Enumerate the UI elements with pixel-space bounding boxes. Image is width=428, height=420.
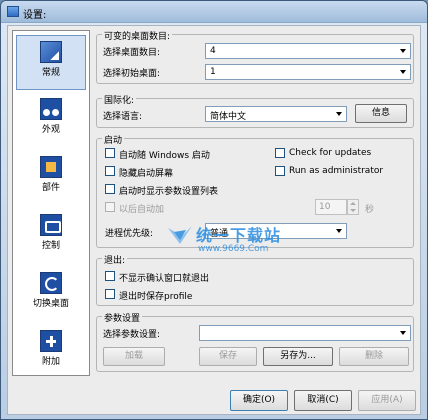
save-as-profile-button[interactable]: 另存为... [263,347,333,366]
desktop-icon [40,41,62,63]
nav-item-switch-desktop[interactable]: 切换桌面 [16,267,86,322]
nav-label: 控制 [41,241,60,251]
delay-start-checkbox[interactable] [105,202,115,212]
nav-label: 常规 [41,68,60,78]
window-title: 设置: [23,10,47,21]
watermark-text: 统一下载站 [196,226,282,245]
show-profile-list-checkbox[interactable] [105,184,115,194]
no-confirm-exit-label: 不显示确认窗口就退出 [119,274,210,284]
nav-label: 附加 [41,357,60,367]
language-label: 选择语言: [103,112,143,122]
hide-splash-checkbox[interactable] [105,166,115,176]
group-title: 国际化: [102,93,137,106]
nav-item-widgets[interactable]: 部件 [16,151,86,206]
watermark-url: www.9669.Com [198,244,269,254]
save-profile-button[interactable]: 保存 [199,347,257,366]
priority-label: 进程优先级: [105,229,154,239]
delay-start-label: 以后自动加 [119,205,165,215]
chevron-down-icon [397,66,409,78]
i18n-group: 国际化: 选择语言: 简体中文 信息 [96,93,414,128]
nav-item-appearance[interactable]: 外观 [16,93,86,148]
load-profile-button[interactable]: 加载 [103,347,165,366]
widgets-icon [40,156,62,178]
chevron-down-icon [333,225,345,237]
cancel-button[interactable]: 取消(C) [294,390,352,411]
profile-select-label: 选择参数设置: [103,330,161,340]
nav-item-general[interactable]: 常规 [16,35,86,90]
run-admin-label: Run as administrator [289,166,384,176]
group-title: 退出: [102,253,128,266]
group-title: 参数设置 [102,311,143,324]
profile-group: 参数设置 选择参数设置: 加载 保存 另存为... 删除 [96,311,414,372]
chevron-down-icon [397,45,409,57]
nav-item-control[interactable]: 控制 [16,209,86,264]
settings-window: 设置: 常规 外观 部件 控制 切换桌面 附加 可变的桌面数目: 选择桌面数目:… [0,0,428,420]
desktop-count-label: 选择桌面数目: [103,48,161,58]
check-updates-label: Check for updates [289,148,372,158]
ok-button[interactable]: 确定(O) [230,390,288,411]
watermark-logo-icon [168,226,192,244]
nav-label: 切换桌面 [32,299,69,309]
autostart-checkbox[interactable] [105,148,115,158]
check-updates-checkbox[interactable] [275,148,285,158]
category-nav: 常规 外观 部件 控制 切换桌面 附加 [12,30,90,376]
hide-splash-label: 隐藏启动屏幕 [119,169,174,179]
language-select[interactable]: 简体中文 [205,106,347,122]
save-profile-on-exit-checkbox[interactable] [105,289,115,299]
autostart-label: 自动随 Windows 启动 [119,151,210,161]
dialog-client: 常规 外观 部件 控制 切换桌面 附加 可变的桌面数目: 选择桌面数目: 4 选… [7,25,421,415]
seconds-label: 秒 [365,205,375,215]
chevron-down-icon [333,108,345,120]
delay-seconds-input[interactable]: 10 [315,199,347,215]
nav-label: 部件 [41,183,60,193]
nav-item-addon[interactable]: 附加 [16,325,86,380]
run-admin-checkbox[interactable] [275,166,285,176]
save-profile-on-exit-label: 退出时保存profile [119,292,193,302]
switch-desktop-icon [40,272,62,294]
chevron-down-icon [397,327,409,339]
title-bar[interactable]: 设置: [1,1,427,23]
app-icon [7,6,19,17]
no-confirm-exit-checkbox[interactable] [105,271,115,281]
profile-select[interactable] [199,325,411,341]
nav-label: 外观 [41,125,60,135]
delay-spinner[interactable] [347,199,359,215]
appearance-icon [40,98,62,120]
group-title: 启动 [102,133,125,146]
apply-button[interactable]: 应用(A) [358,390,416,411]
addon-icon [40,330,62,352]
control-icon [40,214,62,236]
group-title: 可变的桌面数目: [102,29,173,42]
desktop-count-select[interactable]: 4 [205,43,411,59]
initial-desktop-select[interactable]: 1 [205,64,411,80]
watermark: 统一下载站 www.9669.Com [166,216,296,266]
initial-desktop-label: 选择初始桌面: [103,69,161,79]
info-button[interactable]: 信息 [355,104,407,123]
desktops-group: 可变的桌面数目: 选择桌面数目: 4 选择初始桌面: 1 [96,29,414,84]
show-profile-list-label: 启动时显示参数设置列表 [119,187,219,197]
delete-profile-button[interactable]: 删除 [339,347,409,366]
